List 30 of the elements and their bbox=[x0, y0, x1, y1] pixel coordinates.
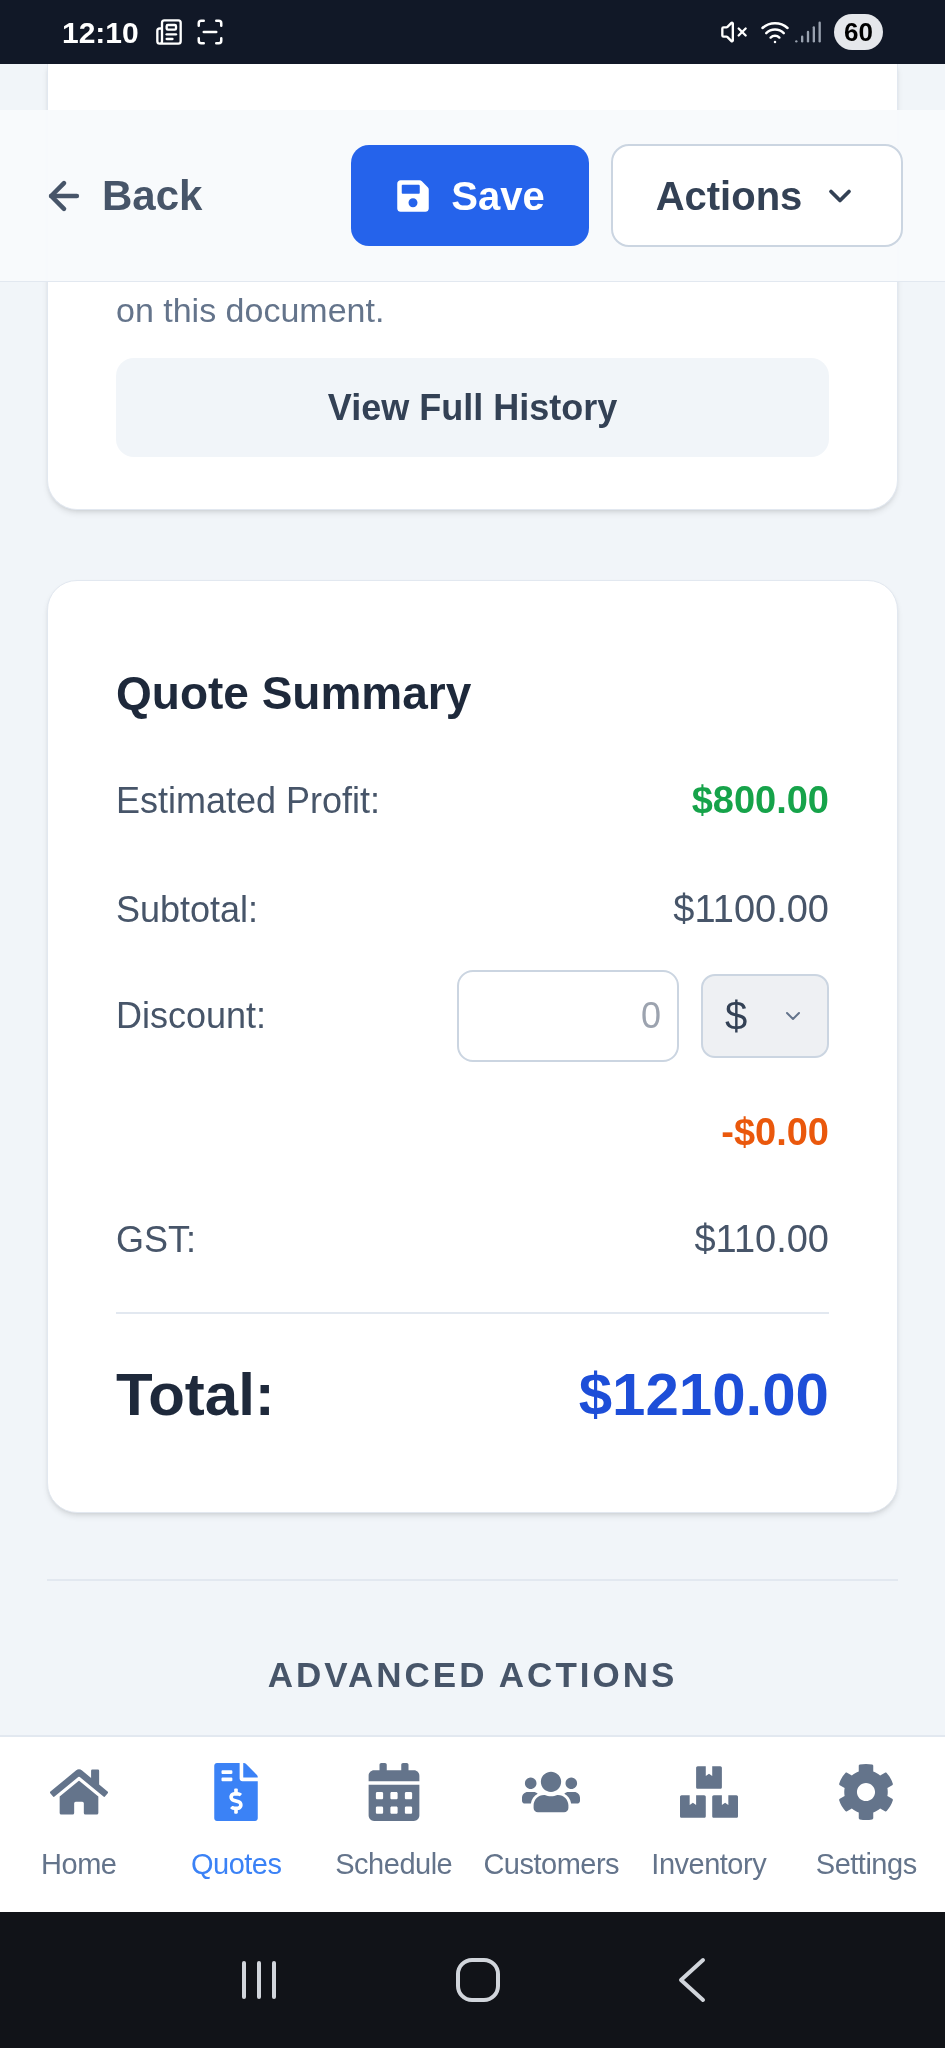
view-history-button[interactable]: View Full History bbox=[116, 358, 829, 457]
subtotal-amount: $1100.00 bbox=[673, 887, 829, 932]
actions-button[interactable]: Actions bbox=[611, 144, 903, 247]
nav-tab[interactable]: Quotes bbox=[157, 1762, 315, 1887]
currency-select[interactable]: $ bbox=[701, 974, 829, 1058]
settings-icon bbox=[837, 1762, 896, 1821]
row-label: Estimated Profit: bbox=[116, 778, 381, 823]
status-time: 12:10 bbox=[62, 14, 139, 51]
battery-indicator: 60 bbox=[834, 14, 883, 50]
total-amount: $1210.00 bbox=[578, 1360, 829, 1430]
nav-tab[interactable]: Home bbox=[0, 1762, 158, 1887]
row-label: GST: bbox=[116, 1217, 196, 1262]
discount-amount: -$0.00 bbox=[721, 1110, 829, 1155]
nav-tab[interactable]: Customers bbox=[472, 1762, 630, 1887]
profit-amount: $800.00 bbox=[691, 778, 829, 823]
nav-tab[interactable]: Settings bbox=[787, 1762, 945, 1887]
nav-tab[interactable]: Inventory bbox=[630, 1762, 788, 1887]
gst-amount: $110.00 bbox=[694, 1217, 829, 1262]
activity-description: on this document. bbox=[116, 290, 386, 331]
total-label: Total: bbox=[116, 1360, 275, 1430]
row-label: Discount: bbox=[116, 994, 267, 1038]
section-heading: ADVANCED ACTIONS bbox=[267, 1654, 678, 1696]
home-button-icon[interactable] bbox=[455, 1957, 502, 2003]
discount-input[interactable]: 0 bbox=[457, 970, 679, 1062]
back-nav-icon[interactable] bbox=[677, 1957, 708, 2003]
back-button[interactable]: Back bbox=[42, 164, 203, 227]
row-label: Subtotal: bbox=[116, 887, 259, 932]
card-title: Quote Summary bbox=[116, 666, 473, 721]
nav-tab[interactable]: Schedule bbox=[315, 1762, 473, 1887]
save-button[interactable]: Save bbox=[351, 145, 589, 246]
